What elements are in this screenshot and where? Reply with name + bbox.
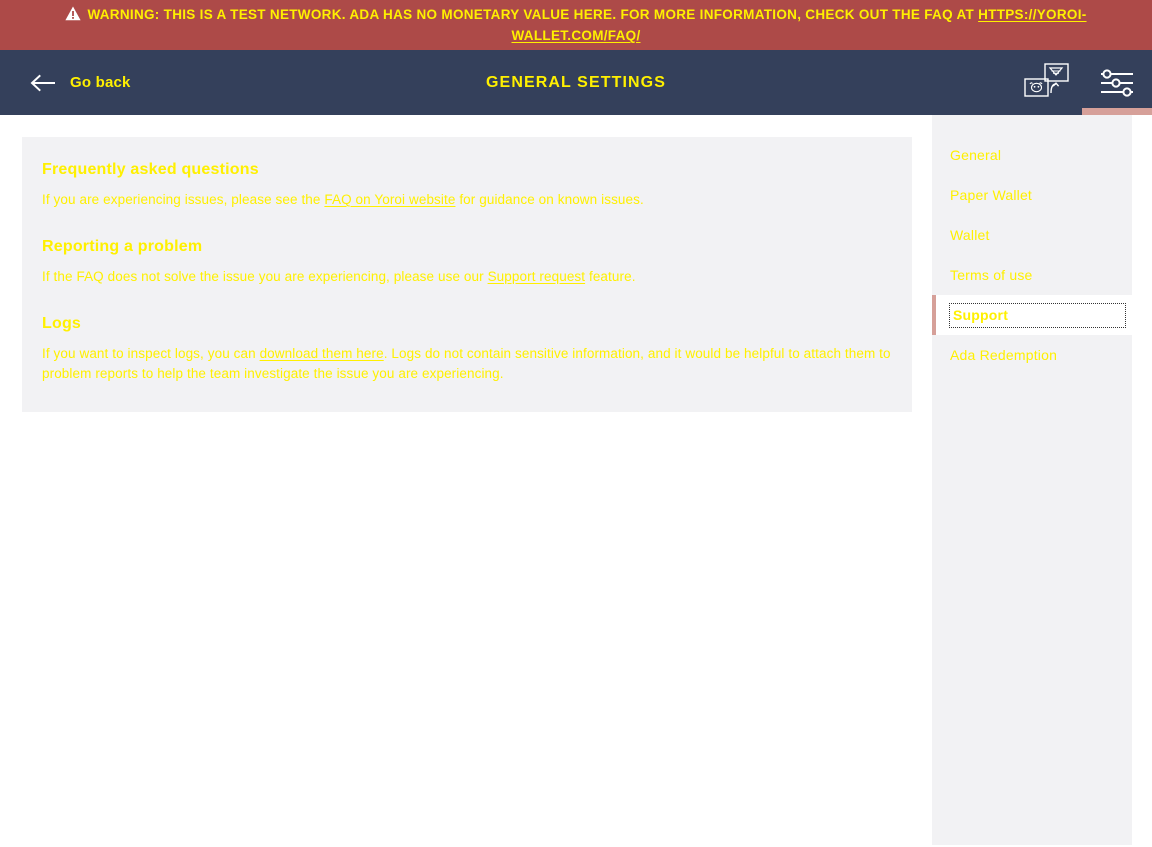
sidebar-item-support[interactable]: Support xyxy=(932,295,1132,335)
settings-page-body: Frequently asked questions If you are ex… xyxy=(0,115,1152,847)
sidebar-item-label: Paper Wallet xyxy=(950,187,1033,203)
support-request-link[interactable]: Support request xyxy=(488,269,586,284)
menu-top-spacer xyxy=(932,127,1132,135)
logs-text-before: If you want to inspect logs, you can xyxy=(42,346,260,361)
logs-section-body: If you want to inspect logs, you can dow… xyxy=(42,344,892,384)
faq-on-yoroi-website-link[interactable]: FAQ on Yoroi website xyxy=(324,192,455,207)
settings-sliders-icon xyxy=(1099,67,1135,99)
warning-banner-message: WARNING: THIS IS A TEST NETWORK. ADA HAS… xyxy=(87,7,979,22)
go-back-label: Go back xyxy=(70,74,131,91)
warning-triangle-icon xyxy=(65,6,82,21)
faq-section-body: If you are experiencing issues, please s… xyxy=(42,190,892,210)
wallet-switch-icon xyxy=(1022,62,1072,104)
sidebar-item-ada-redemption[interactable]: Ada Redemption xyxy=(932,335,1132,375)
reporting-problem-section-body: If the FAQ does not solve the issue you … xyxy=(42,267,892,287)
wallet-switch-button[interactable] xyxy=(1012,50,1082,115)
sidebar-item-paper-wallet[interactable]: Paper Wallet xyxy=(932,175,1132,215)
page-title: GENERAL SETTINGS xyxy=(486,73,666,91)
sidebar-item-label: Terms of use xyxy=(950,267,1033,283)
sidebar-item-wallet[interactable]: Wallet xyxy=(932,215,1132,255)
sidebar-item-label: Support xyxy=(949,303,1126,328)
arrow-left-icon xyxy=(30,74,56,92)
sidebar-item-terms-of-use[interactable]: Terms of use xyxy=(932,255,1132,295)
faq-text-after: for guidance on known issues. xyxy=(455,192,644,207)
download-logs-link[interactable]: download them here xyxy=(260,346,384,361)
faq-section-heading: Frequently asked questions xyxy=(42,161,259,178)
sidebar-item-label: Ada Redemption xyxy=(950,347,1058,363)
support-settings-content: Frequently asked questions If you are ex… xyxy=(22,137,912,412)
faq-text-before: If you are experiencing issues, please s… xyxy=(42,192,325,207)
sidebar-item-general[interactable]: General xyxy=(932,135,1132,175)
reporting-problem-section-heading: Reporting a problem xyxy=(42,238,203,255)
settings-sidebar-menu: General Paper Wallet Wallet Terms of use… xyxy=(932,115,1132,845)
top-navigation-bar: Go back GENERAL SETTINGS xyxy=(0,50,1152,115)
go-back-button[interactable]: Go back xyxy=(30,74,131,92)
warning-banner-text: WARNING: THIS IS A TEST NETWORK. ADA HAS… xyxy=(22,4,1130,46)
settings-button[interactable] xyxy=(1082,50,1152,115)
sidebar-item-label: General xyxy=(950,147,1002,163)
reporting-text-before: If the FAQ does not solve the issue you … xyxy=(42,269,488,284)
sidebar-item-label: Wallet xyxy=(950,227,990,243)
test-network-warning-banner: WARNING: THIS IS A TEST NETWORK. ADA HAS… xyxy=(0,0,1152,50)
top-nav-actions xyxy=(1012,50,1152,115)
reporting-text-after: feature. xyxy=(585,269,636,284)
logs-section-heading: Logs xyxy=(42,315,82,332)
